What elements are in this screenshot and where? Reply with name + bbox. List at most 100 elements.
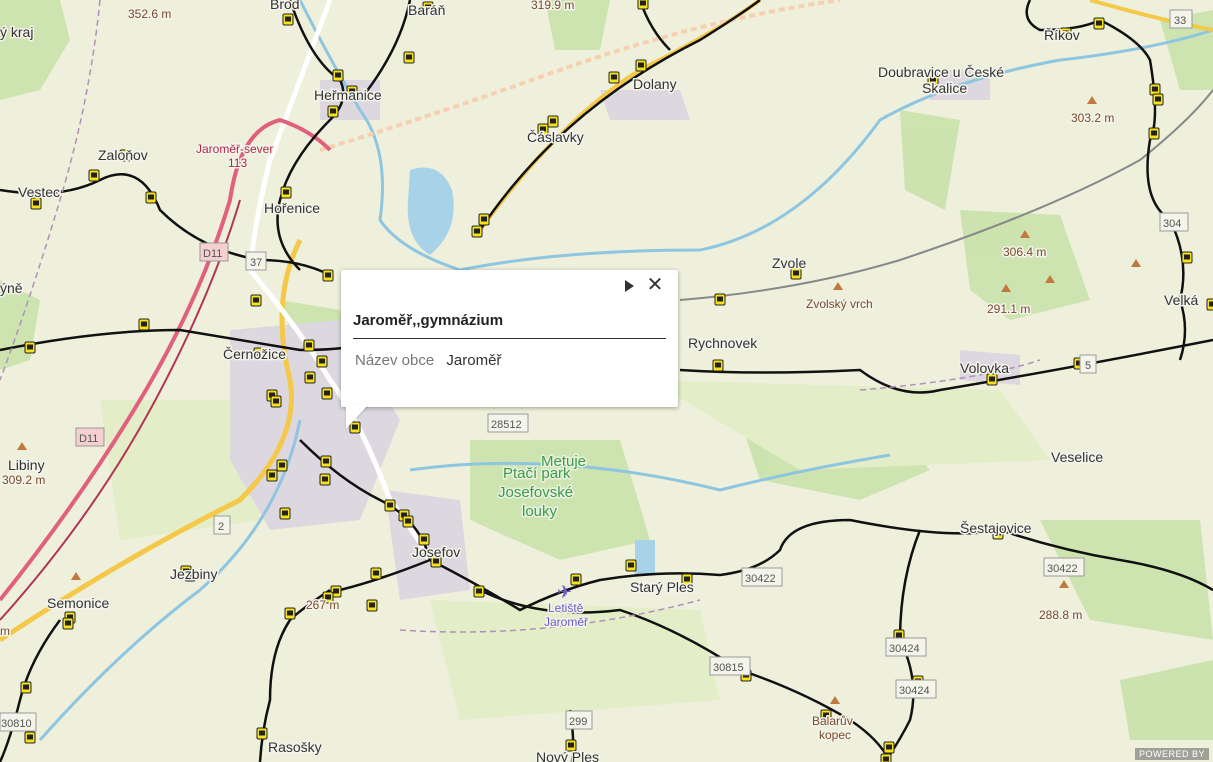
- svg-text:Skalice: Skalice: [922, 80, 967, 96]
- bus-stop-icon[interactable]: [366, 599, 378, 612]
- svg-text:30422: 30422: [745, 573, 776, 585]
- svg-text:30422: 30422: [1047, 563, 1078, 575]
- svg-text:288.8 m: 288.8 m: [1039, 608, 1082, 622]
- bus-stop-icon[interactable]: [304, 371, 316, 384]
- bus-stop-icon[interactable]: [256, 727, 268, 740]
- bus-stop-icon[interactable]: [1149, 83, 1161, 96]
- bus-stop-icon[interactable]: [1093, 17, 1105, 30]
- svg-text:Zvole: Zvole: [772, 255, 806, 271]
- bus-stop-icon[interactable]: [1152, 93, 1164, 106]
- bus-stop-icon[interactable]: [1206, 298, 1213, 311]
- svg-text:Hořenice: Hořenice: [264, 200, 320, 216]
- bus-stop-icon[interactable]: [547, 115, 559, 128]
- bus-stop-icon[interactable]: [279, 507, 291, 520]
- bus-stop-icon[interactable]: [321, 387, 333, 400]
- svg-text:louky: louky: [522, 503, 558, 520]
- bus-stop-icon[interactable]: [316, 355, 328, 368]
- svg-text:Čáslavky: Čáslavky: [527, 129, 584, 145]
- svg-text:Zvolský vrch: Zvolský vrch: [806, 297, 873, 311]
- bus-stop-icon[interactable]: [284, 607, 296, 620]
- bus-stop-icon[interactable]: [384, 499, 396, 512]
- bus-stop-icon[interactable]: [1148, 127, 1160, 140]
- bus-stop-icon[interactable]: [319, 473, 331, 486]
- bus-stop-icon[interactable]: [635, 59, 647, 72]
- svg-text:37: 37: [250, 257, 262, 269]
- bus-stop-icon[interactable]: [62, 617, 74, 630]
- svg-text:30424: 30424: [889, 643, 920, 655]
- bus-stop-icon[interactable]: [473, 585, 485, 598]
- attribute-value: Jaroměř: [446, 352, 502, 369]
- svg-text:Nový Ples: Nový Ples: [536, 749, 599, 762]
- svg-text:306.4 m: 306.4 m: [1003, 245, 1046, 259]
- svg-text:Semonice: Semonice: [47, 595, 109, 611]
- svg-text:Balarův: Balarův: [812, 714, 853, 728]
- attribution[interactable]: POWERED BY: [1134, 748, 1209, 760]
- svg-text:D11: D11: [203, 248, 222, 260]
- bus-stop-icon[interactable]: [88, 169, 100, 182]
- svg-text:319.9 m: 319.9 m: [531, 0, 574, 12]
- svg-text:30810: 30810: [1, 718, 32, 730]
- svg-text:Dolany: Dolany: [633, 76, 677, 92]
- svg-text:267 m: 267 m: [306, 598, 339, 612]
- svg-text:Doubravice u České: Doubravice u České: [878, 64, 1004, 80]
- bus-stop-icon[interactable]: [637, 0, 649, 10]
- bus-stop-icon[interactable]: [20, 681, 32, 694]
- bus-stop-icon[interactable]: [403, 51, 415, 64]
- bus-stop-icon[interactable]: [250, 294, 262, 307]
- svg-text:Brod: Brod: [270, 0, 300, 12]
- svg-text:304: 304: [1163, 218, 1181, 230]
- svg-text:Josefovské: Josefovské: [498, 484, 573, 501]
- svg-text:Vestec: Vestec: [18, 184, 60, 200]
- popup-attribute-row: Název obce Jaroměř: [355, 352, 501, 369]
- bus-stop-icon[interactable]: [276, 459, 288, 472]
- bus-stop-icon[interactable]: [714, 293, 726, 306]
- bus-stop-icon[interactable]: [478, 213, 490, 226]
- svg-text:303.2 m: 303.2 m: [1071, 111, 1114, 125]
- next-feature-button[interactable]: [621, 277, 637, 295]
- bus-stop-icon[interactable]: [570, 573, 582, 586]
- bus-stop-icon[interactable]: [880, 753, 892, 762]
- bus-stop-icon[interactable]: [303, 339, 315, 352]
- bus-stop-icon[interactable]: [138, 318, 150, 331]
- bus-stop-icon[interactable]: [145, 191, 157, 204]
- svg-text:Letiště: Letiště: [548, 601, 584, 615]
- bus-stop-icon[interactable]: [712, 359, 724, 372]
- close-popup-button[interactable]: ✕: [646, 275, 664, 295]
- bus-stop-icon[interactable]: [327, 105, 339, 118]
- svg-text:Baráň: Baráň: [408, 2, 445, 18]
- bus-stop-icon[interactable]: [332, 69, 344, 82]
- bus-stop-icon[interactable]: [471, 225, 483, 238]
- bus-stop-icon[interactable]: [266, 469, 278, 482]
- svg-text:Josefov: Josefov: [412, 544, 460, 560]
- svg-text:D11: D11: [79, 433, 98, 445]
- svg-text:Volovka: Volovka: [960, 360, 1009, 376]
- airport-label: Letiště Jaroměř: [543, 600, 591, 631]
- bus-stop-icon[interactable]: [370, 567, 382, 580]
- svg-text:Starý Ples: Starý Ples: [630, 579, 694, 595]
- bus-stop-icon[interactable]: [282, 13, 294, 26]
- popup-divider: [353, 338, 666, 339]
- bus-stop-icon[interactable]: [24, 341, 36, 354]
- attribute-label: Název obce: [355, 352, 435, 369]
- bus-stop-icon[interactable]: [320, 455, 332, 468]
- bus-stop-icon[interactable]: [24, 731, 36, 744]
- bus-stop-icon[interactable]: [270, 395, 282, 408]
- svg-text:28512: 28512: [491, 419, 522, 431]
- bus-stop-icon[interactable]: [883, 741, 895, 754]
- svg-text:Jaroměř-sever: Jaroměř-sever: [196, 142, 273, 156]
- bus-stop-icon[interactable]: [1181, 251, 1193, 264]
- svg-text:Jezbiny: Jezbiny: [170, 566, 217, 582]
- svg-text:113: 113: [228, 156, 247, 170]
- bus-stop-icon[interactable]: [402, 515, 414, 528]
- popup-title: Jaroměř,,gymnázium: [353, 312, 504, 329]
- bus-stop-icon[interactable]: [322, 269, 334, 282]
- svg-text:33: 33: [1174, 15, 1186, 27]
- svg-text:Šestajovice: Šestajovice: [960, 520, 1032, 536]
- bus-stop-icon[interactable]: [625, 559, 637, 572]
- svg-text:Veselice: Veselice: [1051, 449, 1103, 465]
- bus-stop-icon[interactable]: [280, 186, 292, 199]
- svg-text:299: 299: [569, 716, 587, 728]
- svg-text:Heřmanice: Heřmanice: [314, 87, 382, 103]
- bus-stop-icon[interactable]: [608, 71, 620, 84]
- svg-text:309.2 m: 309.2 m: [2, 473, 45, 487]
